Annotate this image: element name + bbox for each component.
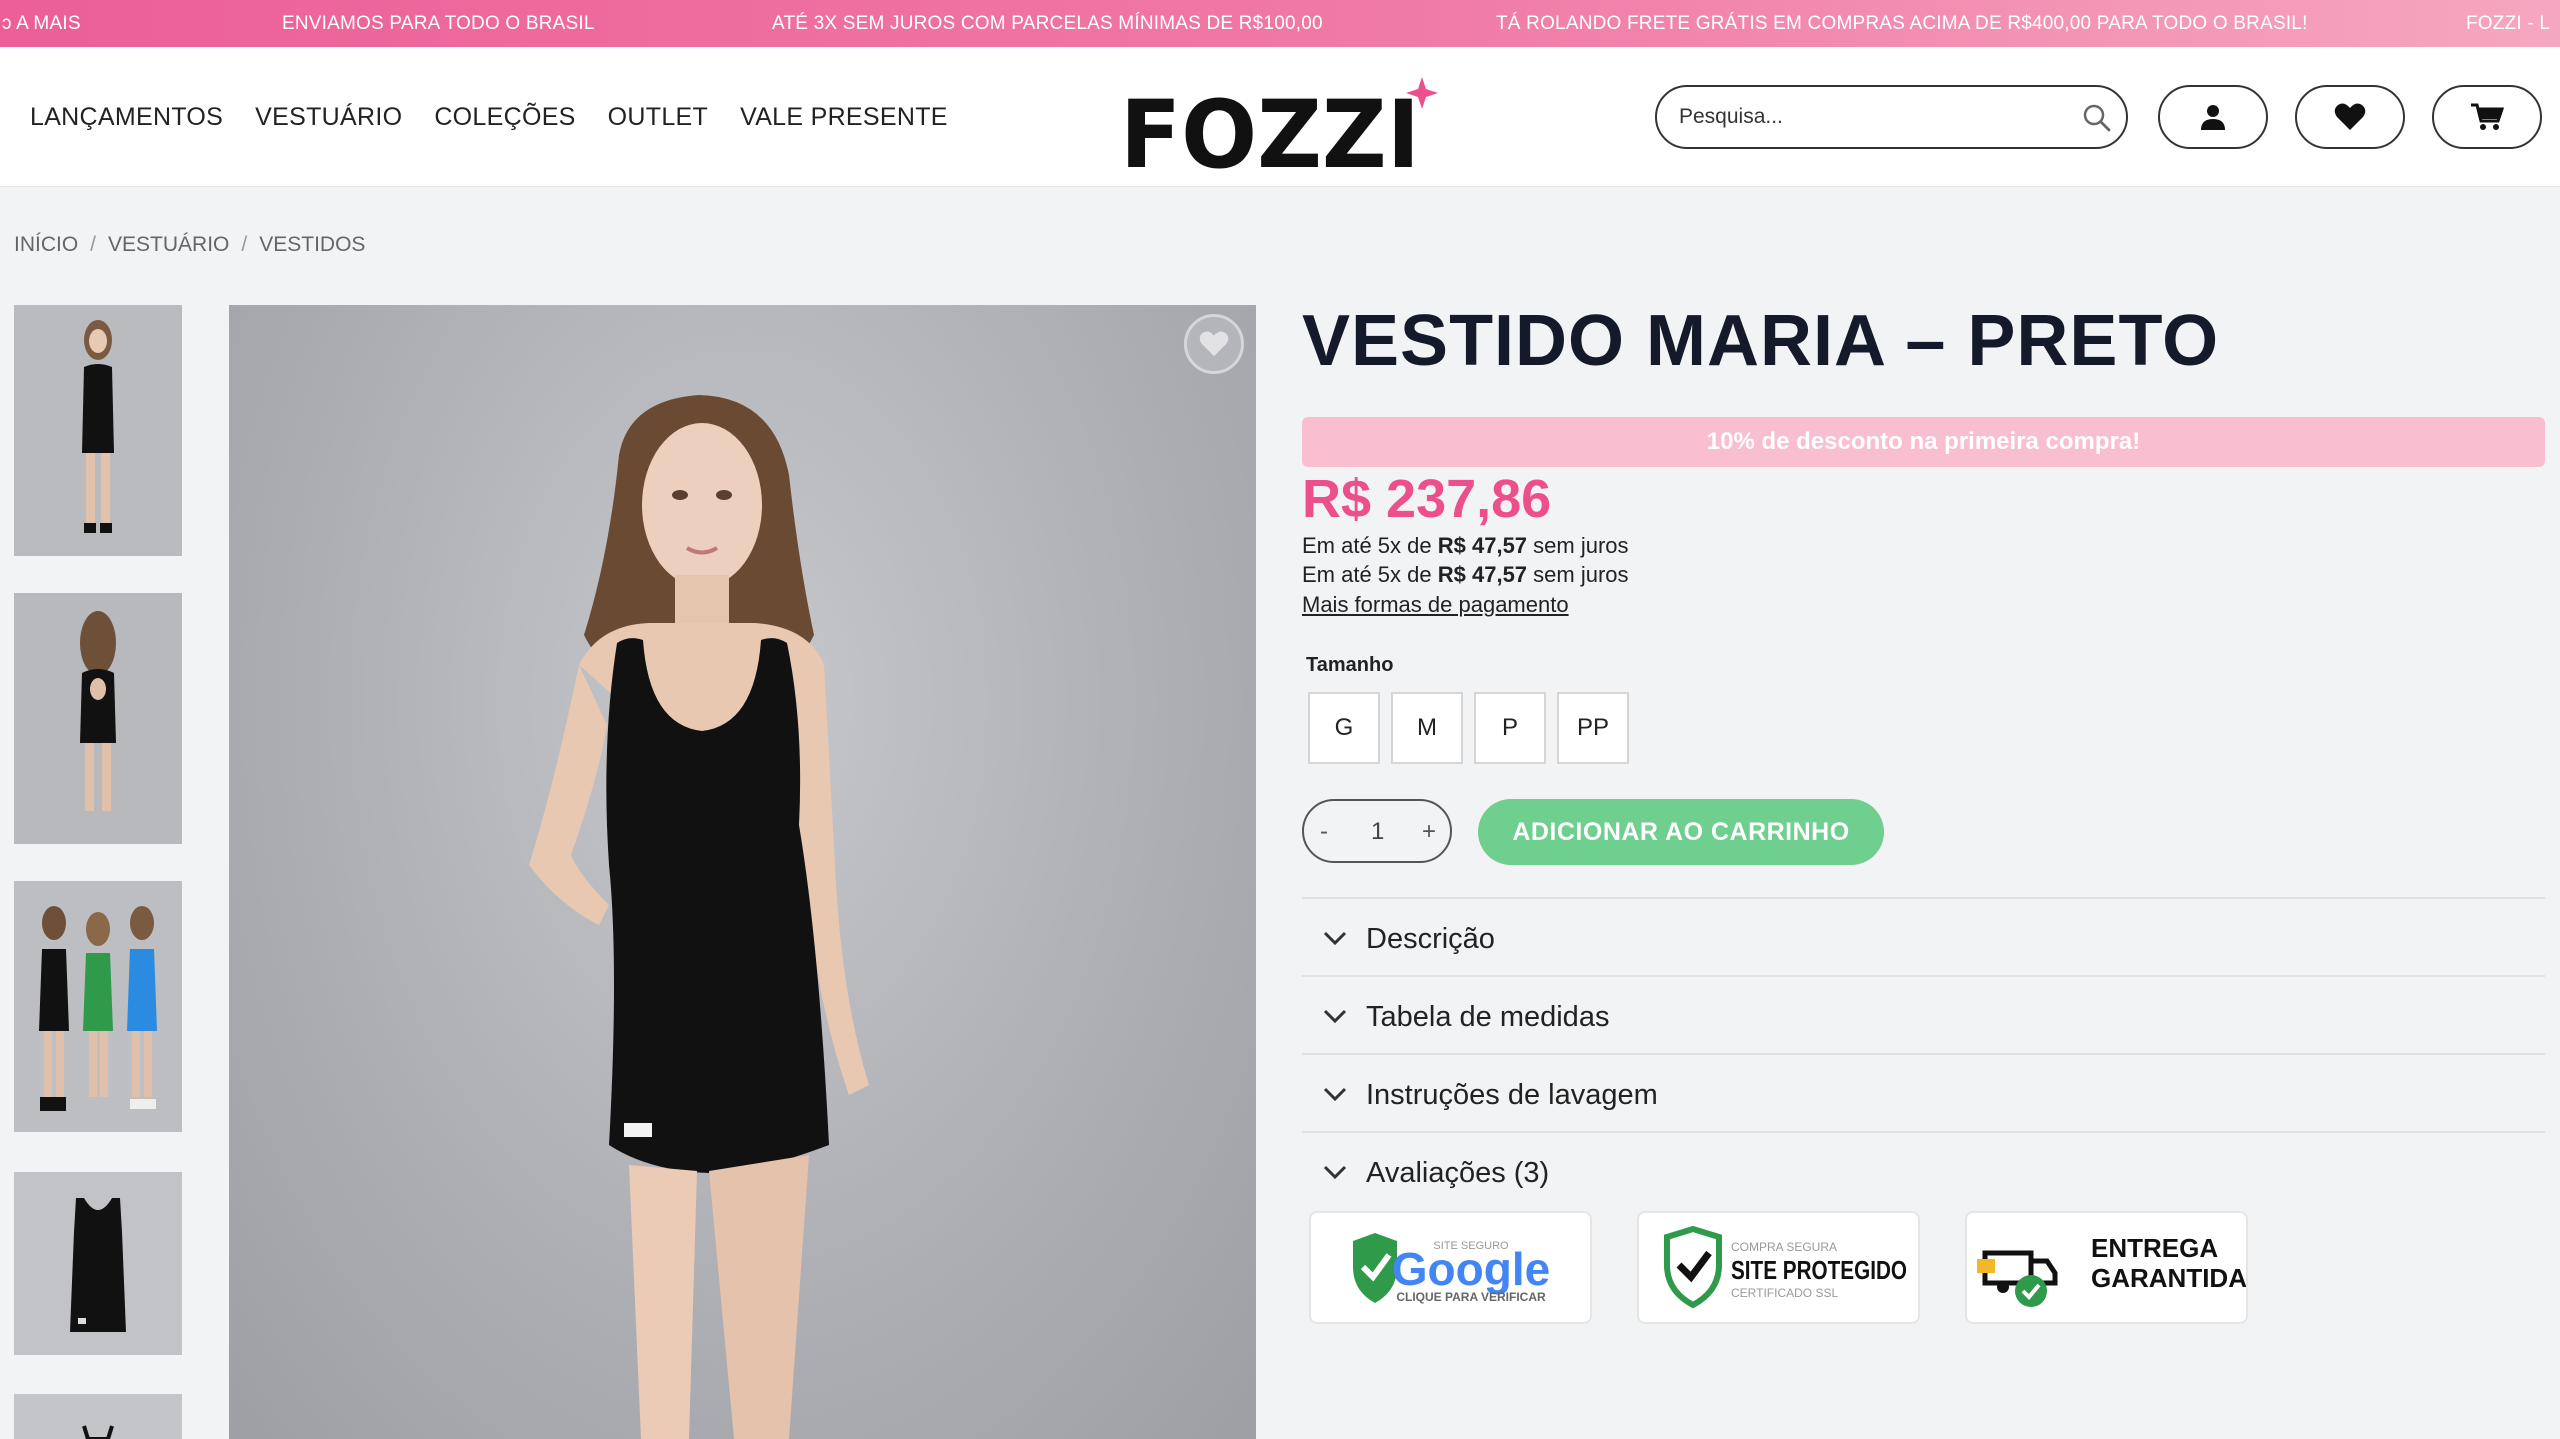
product-price: R$ 237,86 bbox=[1302, 469, 1552, 529]
favorite-button[interactable] bbox=[1184, 314, 1244, 374]
installment-value: R$ 47,57 bbox=[1437, 562, 1528, 587]
badge-main-text: SITE PROTEGIDO bbox=[1731, 1255, 1907, 1285]
main-product-image[interactable] bbox=[229, 305, 1256, 1439]
fozzi-logo[interactable]: FOZZI bbox=[1120, 69, 1450, 179]
logo-text: FOZZI bbox=[1120, 81, 1420, 179]
accordion-label: Tabela de medidas bbox=[1366, 1001, 1610, 1033]
installment-prefix: Em até 5x de bbox=[1302, 562, 1438, 587]
announcement-item: ↄ A MAIS bbox=[2, 13, 81, 34]
badge-ssl[interactable]: COMPRA SEGURA SITE PROTEGIDO CERTIFICADO… bbox=[1637, 1211, 1920, 1324]
accordion-instrucoes-lavagem[interactable]: Instruções de lavagem bbox=[1302, 1053, 2545, 1131]
nav-lancamentos[interactable]: LANÇAMENTOS bbox=[30, 103, 223, 132]
thumbnail-colors[interactable] bbox=[14, 881, 182, 1132]
shield-icon bbox=[1353, 1233, 1397, 1303]
quantity-stepper: - 1 + bbox=[1302, 799, 1452, 863]
wishlist-button[interactable] bbox=[2295, 85, 2405, 149]
google-wordmark: Google bbox=[1392, 1243, 1550, 1295]
accordion-descricao[interactable]: Descrição bbox=[1302, 897, 2545, 975]
announcement-item: ENVIAMOS PARA TODO O BRASIL bbox=[282, 13, 595, 34]
thumbnail-more[interactable] bbox=[14, 1394, 182, 1439]
main-nav: LANÇAMENTOS VESTUÁRIO COLEÇÕES OUTLET VA… bbox=[30, 103, 948, 132]
nav-vestuario[interactable]: VESTUÁRIO bbox=[255, 103, 402, 132]
badge-google-safe[interactable]: SITE SEGURO Google CLIQUE PARA VERIFICAR bbox=[1309, 1211, 1592, 1324]
account-button[interactable] bbox=[2158, 85, 2268, 149]
announcement-item: FOZZI - L bbox=[2466, 13, 2551, 34]
accordion-avaliacoes[interactable]: Avaliações (3) bbox=[1302, 1131, 2545, 1209]
product-thumbnail-image bbox=[14, 881, 182, 1132]
nav-colecoes[interactable]: COLEÇÕES bbox=[434, 103, 575, 132]
search-box bbox=[1655, 85, 2128, 149]
accordion-label: Instruções de lavagem bbox=[1366, 1079, 1658, 1111]
thumbnail-front[interactable] bbox=[14, 305, 182, 556]
breadcrumb-home[interactable]: INÍCIO bbox=[14, 233, 78, 257]
product-title: VESTIDO MARIA – PRETO bbox=[1302, 301, 2220, 381]
thumbnail-flat[interactable] bbox=[14, 1172, 182, 1355]
badge-line1: ENTREGA bbox=[2091, 1233, 2218, 1263]
cart-icon bbox=[2471, 103, 2504, 130]
accordion-tabela-medidas[interactable]: Tabela de medidas bbox=[1302, 975, 2545, 1053]
announcement-item: ATÉ 3X SEM JUROS COM PARCELAS MÍNIMAS DE… bbox=[772, 13, 1323, 34]
qty-increase-button[interactable]: + bbox=[1422, 818, 1436, 846]
breadcrumb-separator: / bbox=[241, 233, 248, 256]
search-icon[interactable] bbox=[2082, 103, 2112, 133]
chevron-down-icon bbox=[1323, 1087, 1347, 1102]
badge-delivery[interactable]: ENTREGA GARANTIDA bbox=[1965, 1211, 2248, 1324]
promo-banner: 10% de desconto na primeira compra! bbox=[1302, 417, 2545, 467]
installment-line: Em até 5x de R$ 47,57 sem juros bbox=[1302, 562, 1629, 588]
size-option-m[interactable]: M bbox=[1391, 692, 1463, 764]
site-header: LANÇAMENTOS VESTUÁRIO COLEÇÕES OUTLET VA… bbox=[0, 47, 2560, 187]
search-input[interactable] bbox=[1679, 101, 2059, 133]
qty-value[interactable]: 1 bbox=[1371, 818, 1384, 846]
product-thumbnail-image bbox=[14, 1394, 182, 1439]
installment-suffix: sem juros bbox=[1527, 533, 1629, 558]
announcement-item: TÁ ROLANDO FRETE GRÁTIS EM COMPRAS ACIMA… bbox=[1496, 13, 2308, 34]
installment-value: R$ 47,57 bbox=[1437, 533, 1528, 558]
cart-button[interactable] bbox=[2432, 85, 2542, 149]
model-illustration bbox=[529, 395, 869, 1439]
installment-suffix: sem juros bbox=[1527, 562, 1629, 587]
breadcrumb-separator: / bbox=[90, 233, 97, 256]
chevron-down-icon bbox=[1323, 1165, 1347, 1180]
badge-line2: GARANTIDA bbox=[2091, 1263, 2246, 1293]
ssl-badge: COMPRA SEGURA SITE PROTEGIDO CERTIFICADO… bbox=[1664, 1225, 1907, 1309]
installment-line: Em até 5x de R$ 47,57 sem juros bbox=[1302, 533, 1629, 559]
installment-prefix: Em até 5x de bbox=[1302, 533, 1438, 558]
add-to-cart-button[interactable]: ADICIONAR AO CARRINHO bbox=[1478, 799, 1884, 865]
accordion-label: Avaliações (3) bbox=[1366, 1157, 1550, 1189]
announcement-bar: ↄ A MAIS ENVIAMOS PARA TODO O BRASIL ATÉ… bbox=[0, 0, 2560, 47]
breadcrumb-vestidos[interactable]: VESTIDOS bbox=[259, 233, 365, 257]
nav-vale-presente[interactable]: VALE PRESENTE bbox=[740, 103, 948, 132]
product-thumbnail-image bbox=[14, 305, 182, 556]
product-thumbnail-image bbox=[14, 593, 182, 844]
qty-decrease-button[interactable]: - bbox=[1320, 818, 1328, 846]
delivery-badge: ENTREGA GARANTIDA bbox=[1977, 1233, 2247, 1307]
chevron-down-icon bbox=[1323, 1009, 1347, 1024]
google-safe-badge: SITE SEGURO Google CLIQUE PARA VERIFICAR bbox=[1353, 1233, 1550, 1304]
size-option-g[interactable]: G bbox=[1308, 692, 1380, 764]
chevron-down-icon bbox=[1323, 931, 1347, 946]
accordion-label: Descrição bbox=[1366, 923, 1495, 955]
heart-icon bbox=[2334, 103, 2366, 130]
size-option-pp[interactable]: PP bbox=[1557, 692, 1629, 764]
check-circle-icon bbox=[2015, 1275, 2047, 1307]
more-payment-link[interactable]: Mais formas de pagamento bbox=[1302, 592, 1569, 618]
shield-check-icon bbox=[1664, 1225, 1722, 1309]
breadcrumb: INÍCIO / VESTUÁRIO / VESTIDOS bbox=[14, 233, 365, 257]
nav-outlet[interactable]: OUTLET bbox=[608, 103, 708, 132]
product-thumbnail-image bbox=[14, 1172, 182, 1355]
size-label: Tamanho bbox=[1306, 654, 1394, 676]
breadcrumb-vestuario[interactable]: VESTUÁRIO bbox=[108, 233, 229, 257]
size-option-p[interactable]: P bbox=[1474, 692, 1546, 764]
thumbnail-back[interactable] bbox=[14, 593, 182, 844]
user-icon bbox=[2201, 105, 2225, 130]
dress-tag bbox=[624, 1123, 652, 1137]
heart-icon bbox=[1199, 331, 1229, 357]
badge-bottom-text: CLIQUE PARA VERIFICAR bbox=[1396, 1290, 1546, 1304]
badge-bottom-text: CERTIFICADO SSL bbox=[1731, 1286, 1838, 1300]
badge-top-text: COMPRA SEGURA bbox=[1731, 1240, 1837, 1254]
